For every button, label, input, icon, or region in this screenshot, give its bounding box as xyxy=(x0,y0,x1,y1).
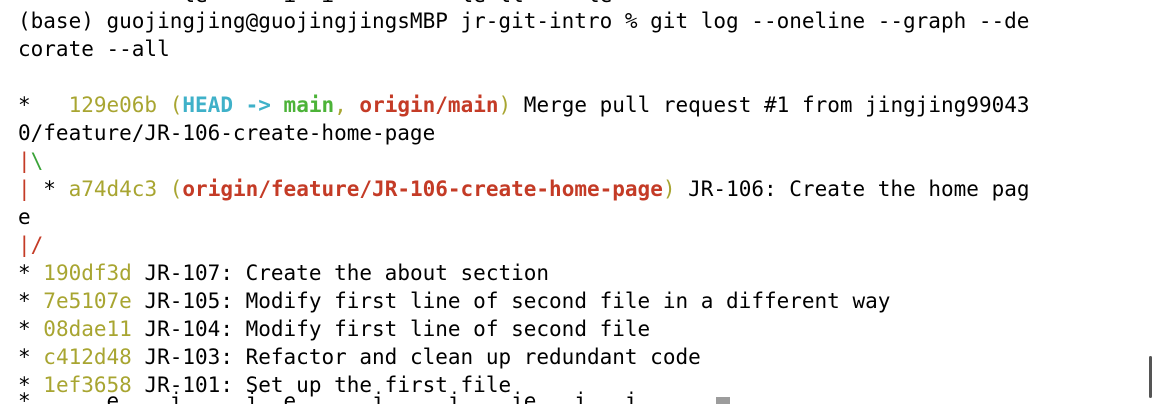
shell-command: git log --oneline --graph --de xyxy=(650,9,1030,33)
commit-line: * 7e5107e JR-105: Modify first line of s… xyxy=(18,287,890,315)
commit-message: JR-103: Refactor and clean up redundant … xyxy=(131,345,701,369)
graph-slash: / xyxy=(30,233,44,257)
ref-head: HEAD -> xyxy=(182,93,284,117)
commit-line: * 08dae11 JR-104: Modify first line of s… xyxy=(18,315,650,343)
commit-message: JR-107: Create the about section xyxy=(131,261,550,285)
commit-message: Merge pull request #1 from jingjing99043 xyxy=(511,93,1030,117)
graph-pipe: | xyxy=(18,233,31,257)
commit-message-wrap: 0/feature/JR-106-create-home-page xyxy=(18,121,436,145)
commit-message-wrap: e xyxy=(18,205,31,229)
graph-node: * xyxy=(18,345,44,369)
commit-message: JR-104: Modify first line of second file xyxy=(131,317,651,341)
commit-hash: 7e5107e xyxy=(43,289,132,313)
graph-pipe: | xyxy=(18,177,31,201)
commit-message: JR-106: Create the home pag xyxy=(675,177,1030,201)
graph-pipe: | xyxy=(18,149,31,173)
commit-hash: a74d4c3 xyxy=(68,177,158,201)
commit-line-feature: | * a74d4c3 (origin/feature/JR-106-creat… xyxy=(18,175,1030,203)
commit-message: JR-105: Modify first line of second file… xyxy=(131,289,891,313)
commit-line-merge: * 129e06b (HEAD -> main, origin/main) Me… xyxy=(18,91,1030,119)
commit-hash: 08dae11 xyxy=(43,317,132,341)
ref-remote: origin/feature/JR-106-create-home-page xyxy=(182,177,663,201)
commit-hash: c412d48 xyxy=(43,345,132,369)
terminal-cursor xyxy=(716,397,730,404)
terminal-prompt-line: (base) guojingjing@guojingjingsMBP jr-gi… xyxy=(18,7,1029,35)
shell-prompt: (base) guojingjing@guojingjingsMBP jr-gi… xyxy=(18,9,651,33)
terminal-window[interactable]: le i i le ll le (base) guojingjing@guoji… xyxy=(0,0,1160,404)
commit-line: * 190df3d JR-107: Create the about secti… xyxy=(18,259,549,287)
graph-node: * xyxy=(18,93,69,117)
commit-hash: 190df3d xyxy=(43,261,132,285)
ref-branch: main xyxy=(283,93,335,117)
graph-node: * xyxy=(30,177,69,201)
ref-paren-open: ( xyxy=(157,177,183,201)
graph-merge-line: |/ xyxy=(18,231,43,259)
ref-paren-close: ) xyxy=(498,93,512,117)
ref-paren-close: ) xyxy=(662,177,676,201)
terminal-command-wrap: corate --all xyxy=(18,37,170,61)
ref-remote: origin/main xyxy=(359,93,499,117)
graph-node: * xyxy=(18,289,44,313)
scrollbar-thumb[interactable] xyxy=(1149,356,1152,398)
graph-branch-line: |\ xyxy=(18,147,43,175)
ref-separator: , xyxy=(334,93,360,117)
ref-paren-open: ( xyxy=(157,93,183,117)
terminal-line-cut-bottom: * e i i e i i ie i i xyxy=(18,389,638,404)
graph-node: * xyxy=(18,317,44,341)
commit-hash: 129e06b xyxy=(68,93,158,117)
graph-node: * xyxy=(18,261,44,285)
graph-backslash: \ xyxy=(30,149,44,173)
commit-line: * c412d48 JR-103: Refactor and clean up … xyxy=(18,343,701,371)
